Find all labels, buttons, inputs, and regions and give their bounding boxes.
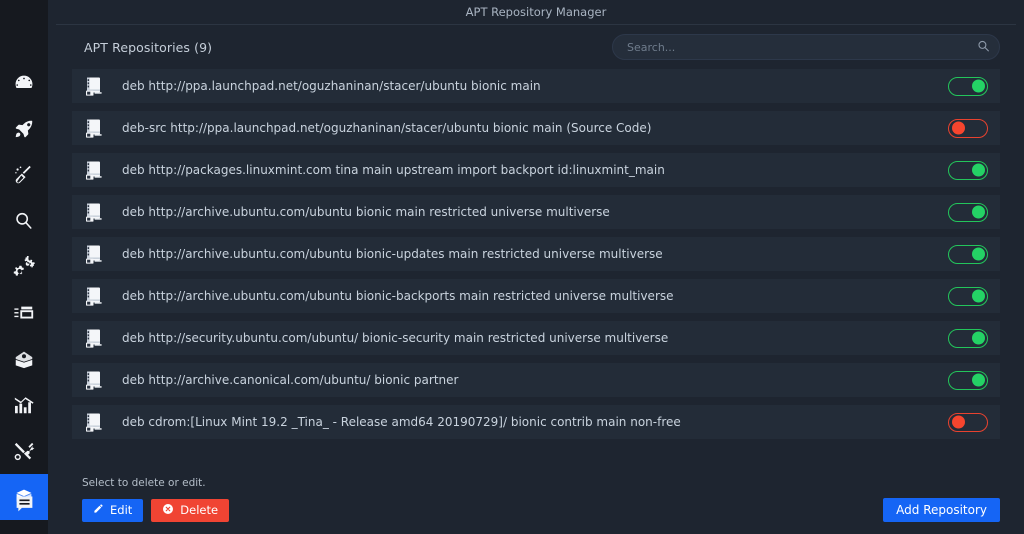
repository-icon — [86, 77, 108, 96]
repository-label: deb-src http://ppa.launchpad.net/oguzhan… — [122, 121, 652, 135]
toggle-knob — [971, 247, 985, 261]
toggle-knob — [971, 331, 985, 345]
repository-toggle-off[interactable] — [948, 412, 988, 432]
repository-label: deb http://archive.ubuntu.com/ubuntu bio… — [122, 205, 610, 219]
repository-row[interactable]: deb cdrom:[Linux Mint 19.2 _Tina_ - Rele… — [72, 405, 1000, 439]
close-circle-icon — [162, 503, 174, 518]
search-input[interactable] — [612, 34, 1000, 60]
main-area: APT Repository Manager APT Repositories … — [48, 0, 1024, 534]
content: APT Repositories (9) deb http://ppa.laun… — [48, 25, 1024, 534]
toggle-knob — [971, 79, 985, 93]
add-repository-button-label: Add Repository — [896, 503, 987, 517]
repository-toggle-on[interactable] — [948, 202, 988, 222]
repository-label: deb cdrom:[Linux Mint 19.2 _Tina_ - Rele… — [122, 415, 681, 429]
rocket-icon — [13, 118, 35, 140]
window-titlebar: APT Repository Manager — [48, 0, 1024, 24]
sidebar-item-search[interactable] — [0, 198, 48, 244]
gears-icon — [13, 256, 35, 278]
repository-toggle-on[interactable] — [948, 76, 988, 96]
sidebar-items — [0, 60, 48, 534]
window-stack-icon — [13, 302, 35, 324]
repository-icon — [86, 329, 108, 348]
delete-button-label: Delete — [180, 503, 219, 517]
repository-row[interactable]: deb http://ppa.launchpad.net/oguzhaninan… — [72, 69, 1000, 103]
list-toolbar: APT Repositories (9) — [72, 25, 1000, 69]
add-repository-button[interactable]: Add Repository — [883, 498, 1000, 522]
toggle-knob — [971, 205, 985, 219]
repository-label: deb http://archive.canonical.com/ubuntu/… — [122, 373, 459, 387]
window-title: APT Repository Manager — [465, 5, 607, 19]
repository-row[interactable]: deb http://security.ubuntu.com/ubuntu/ b… — [72, 321, 1000, 355]
magnifier-icon — [13, 210, 35, 232]
sidebar-bottom — [0, 480, 48, 526]
sidebar-item-tools[interactable] — [0, 428, 48, 474]
repository-label: deb http://archive.ubuntu.com/ubuntu bio… — [122, 247, 663, 261]
footer: Select to delete or edit. Edit Delete Ad… — [72, 477, 1000, 522]
toggle-knob — [951, 121, 965, 135]
broom-icon — [13, 164, 35, 186]
repository-icon — [86, 287, 108, 306]
repository-row[interactable]: deb-src http://ppa.launchpad.net/oguzhan… — [72, 111, 1000, 145]
repository-label: deb http://packages.linuxmint.com tina m… — [122, 163, 665, 177]
toggle-knob — [971, 289, 985, 303]
page-title: APT Repositories (9) — [84, 39, 213, 55]
selection-hint: Select to delete or edit. — [82, 477, 206, 489]
repository-toggle-on[interactable] — [948, 328, 988, 348]
sidebar-item-resources[interactable] — [0, 382, 48, 428]
repository-icon — [86, 413, 108, 432]
toggle-knob — [971, 373, 985, 387]
delete-button[interactable]: Delete — [151, 498, 230, 522]
repository-label: deb http://archive.ubuntu.com/ubuntu bio… — [122, 289, 674, 303]
repository-icon — [86, 371, 108, 390]
repository-row[interactable]: deb http://archive.canonical.com/ubuntu/… — [72, 363, 1000, 397]
repository-toggle-off[interactable] — [948, 118, 988, 138]
sidebar-item-system-cleaner[interactable] — [0, 152, 48, 198]
gauge-icon — [13, 72, 35, 94]
repository-label: deb http://security.ubuntu.com/ubuntu/ b… — [122, 331, 669, 345]
toggle-knob — [971, 163, 985, 177]
edit-button-label: Edit — [110, 503, 133, 517]
repository-toggle-on[interactable] — [948, 370, 988, 390]
repository-row[interactable]: deb http://archive.ubuntu.com/ubuntu bio… — [72, 279, 1000, 313]
repository-icon — [86, 119, 108, 138]
sidebar-item-services[interactable] — [0, 244, 48, 290]
repository-row[interactable]: deb http://packages.linuxmint.com tina m… — [72, 153, 1000, 187]
sidebar — [0, 0, 48, 534]
chat-icon — [14, 493, 35, 514]
repository-list: deb http://ppa.launchpad.net/oguzhaninan… — [72, 69, 1000, 439]
bar-chart-icon — [13, 394, 35, 416]
repository-toggle-on[interactable] — [948, 160, 988, 180]
sidebar-item-uninstaller[interactable] — [0, 336, 48, 382]
pencil-icon — [93, 503, 104, 517]
repository-icon — [86, 161, 108, 180]
repository-row[interactable]: deb http://archive.ubuntu.com/ubuntu bio… — [72, 195, 1000, 229]
footer-buttons: Edit Delete Add Repository — [72, 498, 1000, 522]
sidebar-item-startup-apps[interactable] — [0, 106, 48, 152]
sidebar-item-dashboard[interactable] — [0, 60, 48, 106]
package-open-icon — [13, 348, 35, 370]
repository-label: deb http://ppa.launchpad.net/oguzhaninan… — [122, 79, 541, 93]
repository-icon — [86, 203, 108, 222]
scissors-wrench-icon — [13, 440, 35, 462]
repository-toggle-on[interactable] — [948, 244, 988, 264]
sidebar-item-processes[interactable] — [0, 290, 48, 336]
repository-icon — [86, 245, 108, 264]
apt-repository-manager-window: APT Repository Manager APT Repositories … — [0, 0, 1024, 534]
toggle-knob — [951, 415, 965, 429]
search-box — [612, 34, 1000, 60]
edit-button[interactable]: Edit — [82, 498, 144, 522]
sidebar-item-feedback[interactable] — [0, 480, 48, 526]
repository-toggle-on[interactable] — [948, 286, 988, 306]
repository-row[interactable]: deb http://archive.ubuntu.com/ubuntu bio… — [72, 237, 1000, 271]
